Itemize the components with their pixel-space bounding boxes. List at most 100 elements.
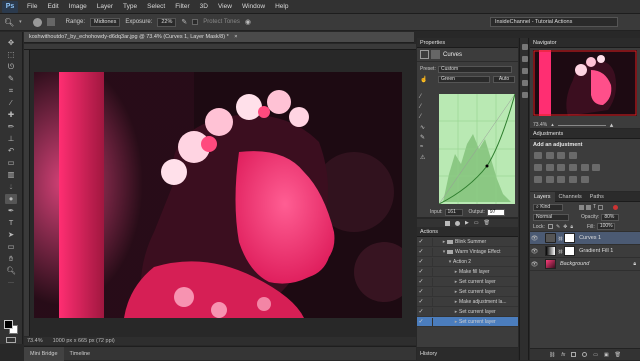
new-adjustment-icon[interactable] — [582, 352, 588, 357]
link-icon[interactable]: ⛓︎ — [558, 249, 563, 254]
layer-mask-thumbnail[interactable] — [564, 246, 576, 256]
eraser-tool-icon[interactable]: ▭ — [5, 158, 17, 168]
chevron-down-icon[interactable]: ▾ — [19, 19, 22, 25]
dialog-toggle[interactable] — [425, 297, 433, 306]
menu-type[interactable]: Type — [118, 0, 142, 14]
vibrance-icon[interactable] — [534, 164, 542, 171]
gradient-map-icon[interactable] — [569, 176, 578, 183]
dodge-tool-icon[interactable]: 🔍︎ — [4, 18, 14, 27]
smooth-icon[interactable]: ≈ — [420, 144, 432, 154]
action-item[interactable]: ✓ ▸ Set current layer — [417, 287, 518, 297]
history-panel-icon[interactable] — [522, 44, 528, 50]
paragraph-panel-icon[interactable] — [522, 80, 528, 86]
layer-name[interactable]: Curves 1 — [579, 235, 601, 241]
dodge-tool-icon[interactable]: ● — [5, 194, 17, 204]
brush-preset-icon[interactable] — [32, 17, 42, 27]
actions-panel-title[interactable]: Actions — [417, 227, 518, 237]
navigator-thumbnail[interactable] — [533, 50, 637, 116]
filter-shape-icon[interactable] — [598, 204, 604, 210]
exposure-input[interactable]: 22% — [157, 17, 177, 27]
move-tool-icon[interactable]: ✥ — [5, 38, 17, 48]
selective-color-icon[interactable] — [580, 176, 589, 183]
dialog-toggle[interactable] — [425, 267, 433, 276]
layer-style-icon[interactable]: fx — [561, 352, 565, 358]
zoom-in-icon[interactable]: ▴ — [610, 121, 614, 129]
layer-name[interactable]: Gradient Fill 1 — [579, 248, 613, 254]
action-check-icon[interactable]: ✓ — [417, 298, 425, 305]
lock-all-icon[interactable]: 🔒︎ — [570, 224, 573, 230]
menu-edit[interactable]: Edit — [42, 0, 63, 14]
visibility-eye-icon[interactable]: 👁︎ — [530, 261, 539, 268]
layer-row[interactable]: 👁︎ ⛓︎ Curves 1 — [530, 232, 640, 245]
menu-select[interactable]: Select — [142, 0, 170, 14]
filter-toggle-icon[interactable] — [613, 204, 619, 210]
eyedropper-tool-icon[interactable]: ⁄ — [5, 98, 17, 108]
gradient-tool-icon[interactable]: ▥ — [5, 170, 17, 180]
new-set-icon[interactable]: ▭ — [474, 220, 479, 226]
brush-tool-icon[interactable]: ✏ — [5, 122, 17, 132]
healing-brush-tool-icon[interactable]: ✚ — [5, 110, 17, 120]
lasso-tool-icon[interactable]: ᘎ — [5, 62, 17, 72]
filter-type-icon[interactable]: T — [593, 204, 596, 210]
foreground-color-swatch[interactable] — [4, 320, 13, 329]
new-group-icon[interactable]: ▭ — [593, 352, 598, 358]
pencil-icon[interactable]: ✎ — [420, 134, 432, 144]
curves-adjust-icon[interactable] — [557, 152, 566, 159]
threshold-icon[interactable] — [557, 176, 566, 183]
hand-adjust-icon[interactable]: ☝ — [420, 76, 428, 83]
levels-icon[interactable] — [545, 152, 554, 159]
action-item[interactable]: ✓ ▸ Blink Summer — [417, 237, 518, 247]
black-white-icon[interactable] — [569, 164, 578, 171]
zoom-out-icon[interactable]: ▴ — [551, 122, 554, 128]
action-check-icon[interactable]: ✓ — [417, 248, 425, 255]
action-check-icon[interactable]: ✓ — [417, 288, 425, 295]
menu-layer[interactable]: Layer — [92, 0, 118, 14]
tab-timeline[interactable]: Timeline — [64, 347, 97, 361]
lock-image-icon[interactable]: ✎ — [556, 224, 560, 230]
zoom-slider[interactable] — [557, 124, 606, 126]
record-icon[interactable] — [455, 220, 461, 226]
curves-graph[interactable] — [439, 94, 515, 204]
blend-mode-select[interactable]: Normal — [533, 213, 569, 221]
crop-tool-icon[interactable]: ⌗ — [5, 86, 17, 96]
menu-help[interactable]: Help — [270, 0, 293, 14]
input-field[interactable]: 161 — [444, 208, 463, 216]
filter-adjustment-icon[interactable] — [586, 204, 591, 210]
fill-input[interactable]: 100% — [596, 223, 615, 230]
menu-3d[interactable]: 3D — [195, 0, 213, 14]
auto-button[interactable]: Auto — [493, 75, 515, 83]
brush-panel-icon[interactable] — [522, 56, 528, 62]
eyedropper-black-icon[interactable]: ⁄ — [420, 94, 432, 104]
close-icon[interactable]: × — [234, 34, 237, 40]
mask-icon[interactable] — [431, 50, 440, 59]
quick-mask-icon[interactable] — [6, 337, 16, 343]
tab-paths[interactable]: Paths — [586, 192, 608, 202]
action-item[interactable]: ✓ ▸ Set current layer — [417, 317, 518, 327]
workspace-select[interactable]: InsideChannel - Tutorial Actions — [490, 17, 618, 27]
character-panel-icon[interactable] — [522, 68, 528, 74]
path-selection-tool-icon[interactable]: ➤ — [5, 230, 17, 240]
action-item[interactable]: ✓ ▾ Action 2 — [417, 257, 518, 267]
shape-tool-icon[interactable]: ▭ — [5, 242, 17, 252]
menu-filter[interactable]: Filter — [170, 0, 194, 14]
stop-icon[interactable] — [445, 220, 451, 226]
posterize-icon[interactable] — [545, 176, 554, 183]
action-check-icon[interactable]: ✓ — [417, 268, 425, 275]
trash-icon[interactable]: 🗑︎ — [484, 220, 490, 226]
exposure-icon[interactable] — [569, 152, 578, 159]
layer-filter-select[interactable]: ⌕ Kind — [533, 203, 563, 211]
tab-history[interactable]: History — [417, 348, 518, 360]
dialog-toggle[interactable] — [425, 237, 433, 246]
tab-channels[interactable]: Channels — [555, 192, 586, 202]
action-item[interactable]: ✓ ▸ Set current layer — [417, 277, 518, 287]
action-item[interactable]: ✓ ▸ Set current layer — [417, 307, 518, 317]
zoom-level[interactable]: 73.4% — [27, 338, 43, 344]
curve-point-tool-icon[interactable]: ∿ — [420, 124, 432, 134]
dialog-toggle[interactable] — [425, 277, 433, 286]
layer-row[interactable]: 👁︎ ⛓︎ Gradient Fill 1 — [530, 245, 640, 258]
history-brush-tool-icon[interactable]: ↶ — [5, 146, 17, 156]
delete-layer-icon[interactable]: 🗑︎ — [615, 352, 621, 358]
dialog-toggle[interactable] — [425, 257, 433, 266]
action-item[interactable]: ✓ ▾ Warm Vintage Effect — [417, 247, 518, 257]
action-check-icon[interactable]: ✓ — [417, 238, 425, 245]
